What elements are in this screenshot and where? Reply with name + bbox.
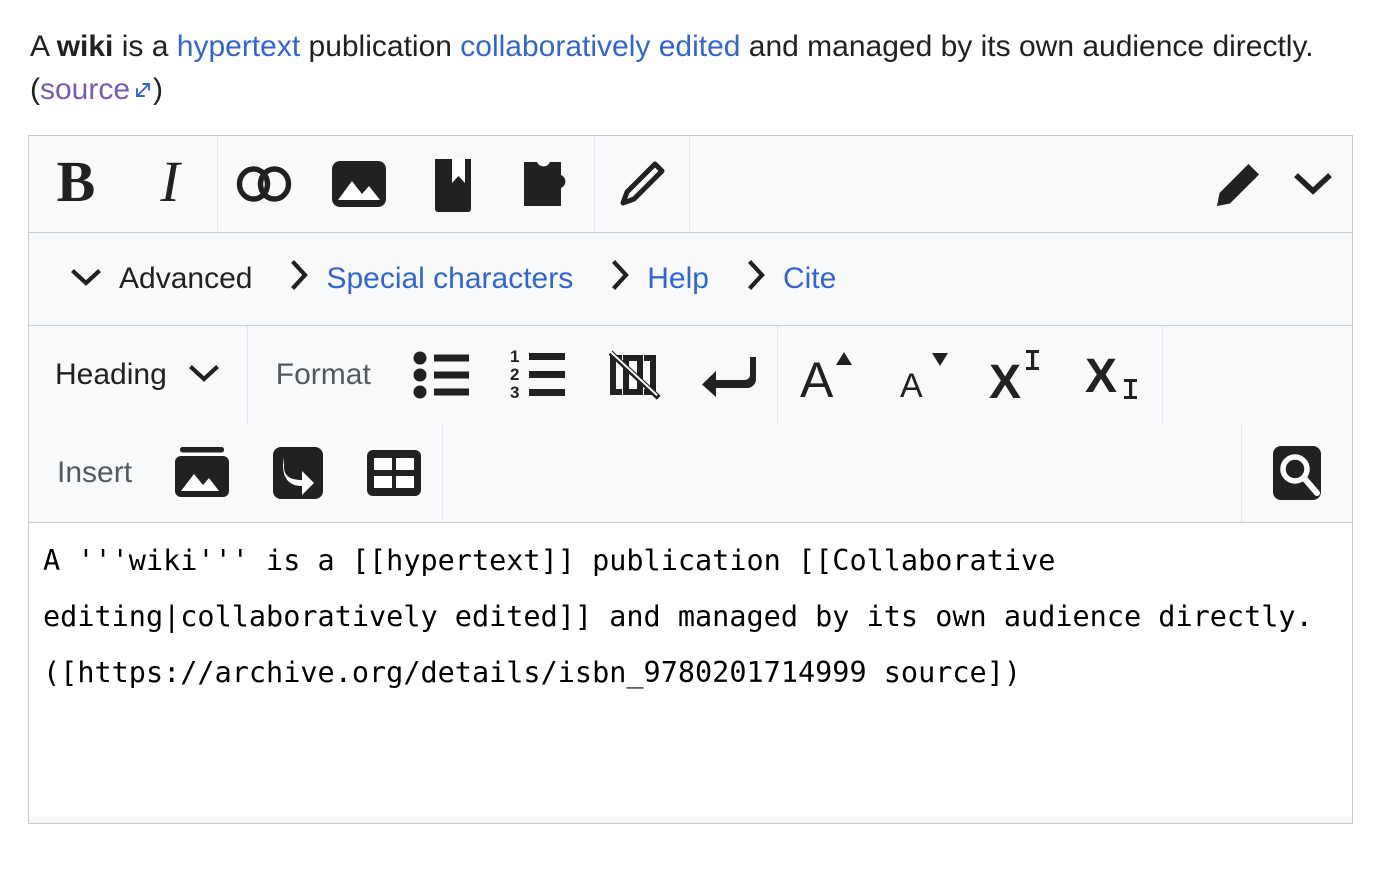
hypertext-link[interactable]: hypertext <box>177 30 300 63</box>
article-preview-text: A wiki is a hypertext publication collab… <box>0 0 1380 111</box>
newline-button[interactable] <box>681 326 777 424</box>
heading-dropdown[interactable]: Heading <box>29 326 247 424</box>
search-replace-button[interactable] <box>1242 424 1352 522</box>
editor-switcher-chevron-button[interactable] <box>1274 136 1352 232</box>
chevron-right-icon <box>609 258 631 300</box>
svg-text:1: 1 <box>510 349 519 366</box>
advanced-row-two-filler <box>443 424 1242 522</box>
tab-help-label: Help <box>647 262 709 296</box>
svg-text:X: X <box>1085 350 1117 403</box>
insert-group-label: Insert <box>29 424 154 522</box>
section-tabs: Advanced Special characters Help Cite <box>29 233 1352 326</box>
preview-bold-term: wiki <box>57 30 114 63</box>
tab-special-characters-label: Special characters <box>326 262 573 296</box>
svg-text:2: 2 <box>510 365 519 384</box>
tab-cite-label: Cite <box>783 262 836 296</box>
pen-icon <box>614 156 670 212</box>
small-a-icon: A <box>892 347 952 403</box>
tab-advanced-label: Advanced <box>119 262 252 296</box>
preview-seg-2: is a <box>113 30 176 63</box>
superscript-button[interactable]: X <box>970 326 1066 424</box>
subscript-icon: X <box>1083 346 1145 404</box>
nowiki-icon <box>604 349 662 401</box>
heading-group: Heading <box>29 326 248 424</box>
format-group-label: Format <box>248 326 393 424</box>
numbered-list-icon: 1 2 3 <box>508 349 566 401</box>
preview-seg-8: ) <box>153 73 163 106</box>
redirect-button[interactable] <box>250 424 346 522</box>
chevron-right-icon <box>288 258 310 300</box>
reference-button[interactable] <box>406 136 500 232</box>
puzzle-piece-icon <box>520 156 574 212</box>
big-a-icon: A <box>796 347 856 403</box>
tab-special-characters[interactable]: Special characters <box>288 258 573 300</box>
insert-group: Insert <box>29 424 443 522</box>
source-external-link[interactable]: source <box>40 73 130 106</box>
bookmark-icon <box>432 155 474 213</box>
bold-button[interactable]: B <box>29 136 123 232</box>
toolbar-group-highlight <box>595 136 690 232</box>
link-icon <box>235 163 295 205</box>
table-icon <box>365 448 423 498</box>
heading-dropdown-label: Heading <box>55 358 167 392</box>
tab-advanced[interactable]: Advanced <box>69 262 252 296</box>
toolbar-spacer <box>690 136 1204 232</box>
chevron-right-icon <box>745 258 767 300</box>
advanced-panel-row-one: Heading Format <box>29 326 1352 424</box>
preview-seg-4: publication <box>300 30 460 63</box>
toolbar-group-insert <box>218 136 595 232</box>
toolbar-group-style: B I <box>29 136 218 232</box>
main-toolbar: B I <box>29 136 1352 233</box>
image-icon <box>331 156 387 212</box>
pencil-button[interactable] <box>1204 136 1274 232</box>
svg-text:A: A <box>800 352 834 403</box>
svg-text:B: B <box>57 155 96 213</box>
bold-icon: B <box>49 155 103 213</box>
gallery-button[interactable] <box>154 424 250 522</box>
search-icon <box>1271 444 1323 502</box>
nowiki-button[interactable] <box>585 326 681 424</box>
preview-seg-0: A <box>30 30 57 63</box>
table-button[interactable] <box>346 424 442 522</box>
pencil-icon <box>1212 157 1266 211</box>
text-size-group: A A X <box>778 326 1163 424</box>
svg-text:3: 3 <box>510 383 519 401</box>
advanced-row-one-filler <box>1163 326 1352 424</box>
numbered-list-button[interactable]: 1 2 3 <box>489 326 585 424</box>
external-link-icon <box>133 70 153 90</box>
wikitext-textarea[interactable] <box>29 523 1352 823</box>
collaboratively-edited-link[interactable]: collaboratively edited <box>460 30 740 63</box>
images-media-button[interactable] <box>312 136 406 232</box>
svg-text:I: I <box>159 155 182 213</box>
superscript-icon: X <box>987 346 1049 404</box>
svg-text:X: X <box>989 356 1021 404</box>
small-text-button[interactable]: A <box>874 326 970 424</box>
italic-button[interactable]: I <box>123 136 217 232</box>
editing-mode-switcher[interactable] <box>1204 136 1352 232</box>
tab-help[interactable]: Help <box>609 258 709 300</box>
gallery-icon <box>173 445 231 501</box>
link-button[interactable] <box>218 136 312 232</box>
chevron-down-icon <box>187 358 221 392</box>
tab-cite[interactable]: Cite <box>745 258 836 300</box>
chevron-down-icon <box>69 262 103 296</box>
bulleted-list-icon <box>413 350 469 400</box>
newline-icon <box>700 353 758 397</box>
redirect-arrow-icon <box>272 445 324 501</box>
chevron-down-icon <box>1293 171 1333 197</box>
big-text-button[interactable]: A <box>778 326 874 424</box>
wikitext-editor-panel: B I <box>28 135 1353 824</box>
wikitext-area-wrapper <box>29 523 1352 823</box>
subscript-button[interactable]: X <box>1066 326 1162 424</box>
italic-icon: I <box>143 155 197 213</box>
highlight-button[interactable] <box>595 136 689 232</box>
bulleted-list-button[interactable] <box>393 326 489 424</box>
template-button[interactable] <box>500 136 594 232</box>
search-group <box>1242 424 1352 522</box>
svg-text:A: A <box>900 367 923 403</box>
format-group: Format 1 2 3 <box>248 326 778 424</box>
advanced-panel-row-two: Insert <box>29 424 1352 523</box>
